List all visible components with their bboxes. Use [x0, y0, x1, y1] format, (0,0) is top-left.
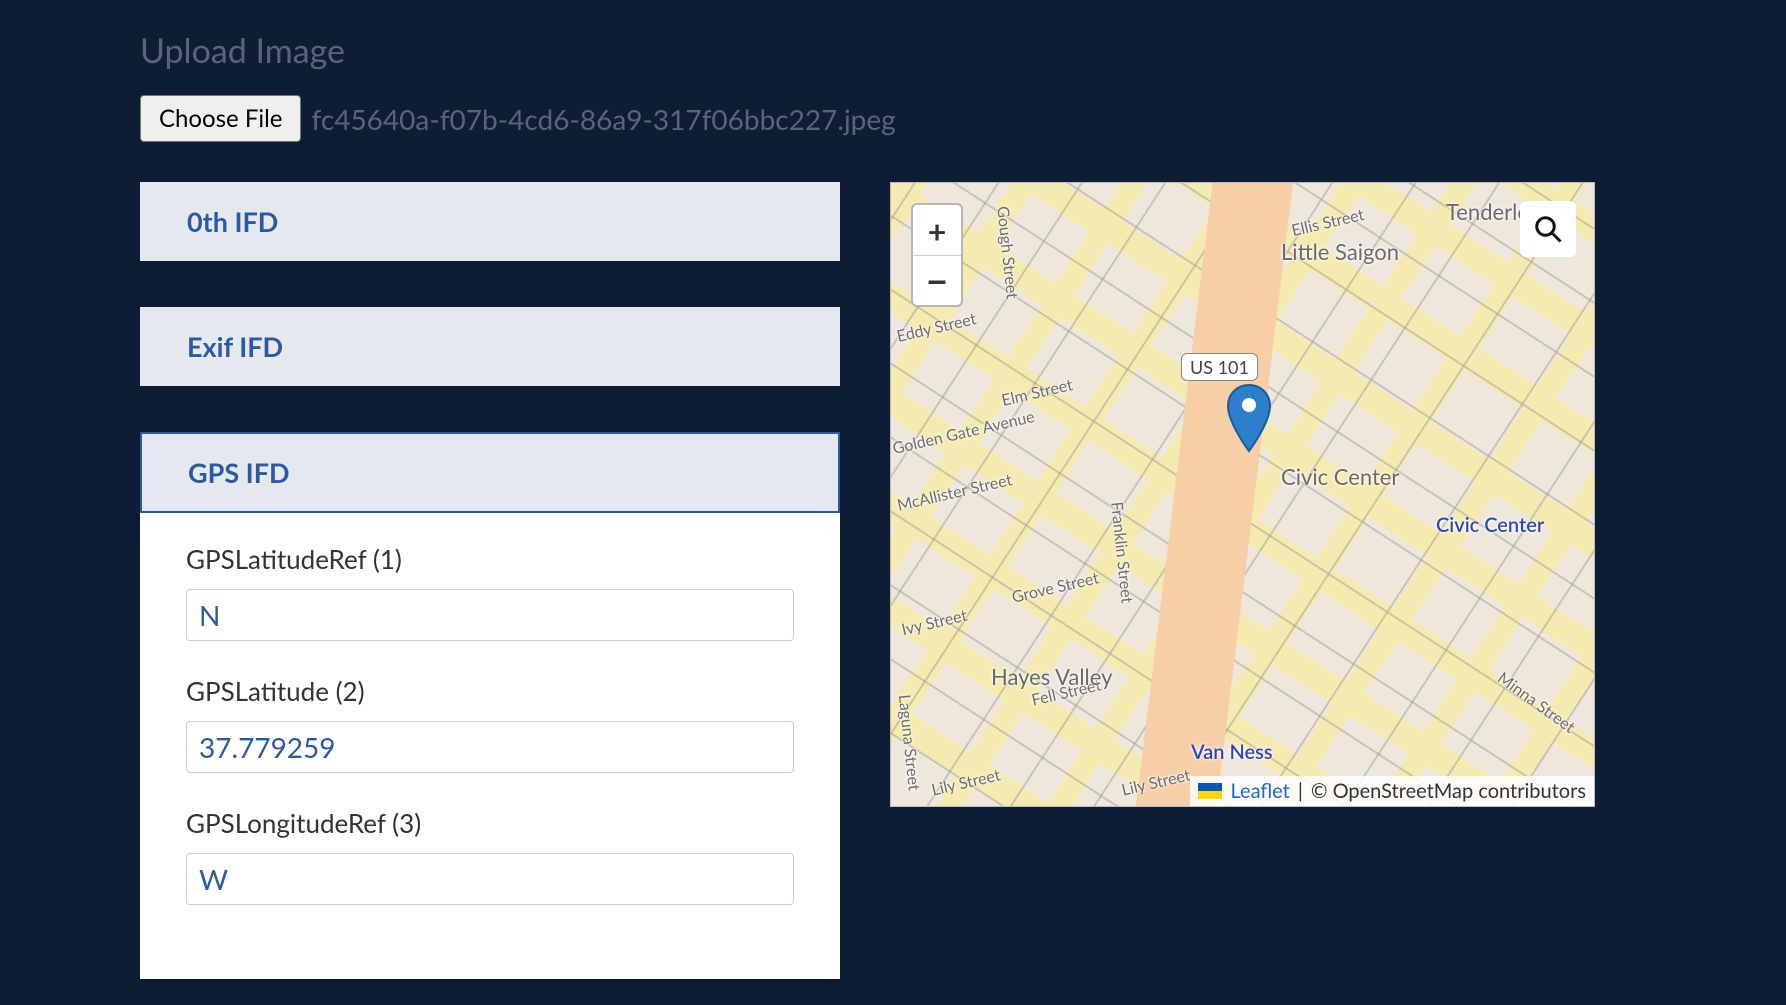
- gps-longitude-ref-input[interactable]: [186, 853, 794, 905]
- map-area-hayes-valley: Hayes Valley: [991, 663, 1112, 690]
- map-poi-civic-center: Civic Center: [1436, 513, 1544, 537]
- gps-latitude-input[interactable]: [186, 721, 794, 773]
- ifd-accordion: 0th IFD Exif IFD GPS IFD GPSLatitudeRef …: [140, 182, 840, 979]
- gps-ifd-body: GPSLatitudeRef (1) GPSLatitude (2) GPSLo…: [140, 513, 840, 979]
- accordion-header-gps-ifd[interactable]: GPS IFD: [140, 432, 840, 513]
- gps-latitude-label: GPSLatitude (2): [186, 675, 794, 707]
- file-input-row: Choose File fc45640a-f07b-4cd6-86a9-317f…: [140, 95, 1646, 142]
- map-marker-icon: [1226, 383, 1272, 453]
- accordion-header-exif-ifd[interactable]: Exif IFD: [140, 307, 840, 386]
- map-view[interactable]: US 101 Ellis Street Eddy Street Elm Stre…: [890, 182, 1595, 807]
- upload-heading: Upload Image: [140, 30, 1646, 71]
- map-area-little-saigon: Little Saigon: [1281, 238, 1399, 265]
- map-area-civic-center: Civic Center: [1281, 463, 1399, 490]
- map-search-button[interactable]: [1520, 201, 1576, 257]
- gps-latitude-ref-input[interactable]: [186, 589, 794, 641]
- osm-attribution: © OpenStreetMap contributors: [1311, 779, 1586, 803]
- accordion-header-0th-ifd[interactable]: 0th IFD: [140, 182, 840, 261]
- map-zoom-out-button[interactable]: −: [913, 255, 961, 305]
- map-poi-van-ness: Van Ness: [1191, 740, 1273, 764]
- map-zoom-control: + −: [911, 203, 963, 307]
- map-zoom-in-button[interactable]: +: [913, 205, 961, 255]
- map-attribution: Leaflet | © OpenStreetMap contributors: [1190, 776, 1594, 806]
- chosen-file-name: fc45640a-f07b-4cd6-86a9-317f06bbc227.jpe…: [311, 102, 895, 136]
- gps-longitude-ref-label: GPSLongitudeRef (3): [186, 807, 794, 839]
- attribution-separator: |: [1298, 779, 1303, 803]
- map-hwy-shield: US 101: [1181, 353, 1258, 381]
- leaflet-link[interactable]: Leaflet: [1230, 779, 1289, 803]
- gps-latitude-ref-label: GPSLatitudeRef (1): [186, 543, 794, 575]
- choose-file-button[interactable]: Choose File: [140, 95, 301, 142]
- ukraine-flag-icon: [1198, 783, 1222, 799]
- search-icon: [1533, 214, 1563, 244]
